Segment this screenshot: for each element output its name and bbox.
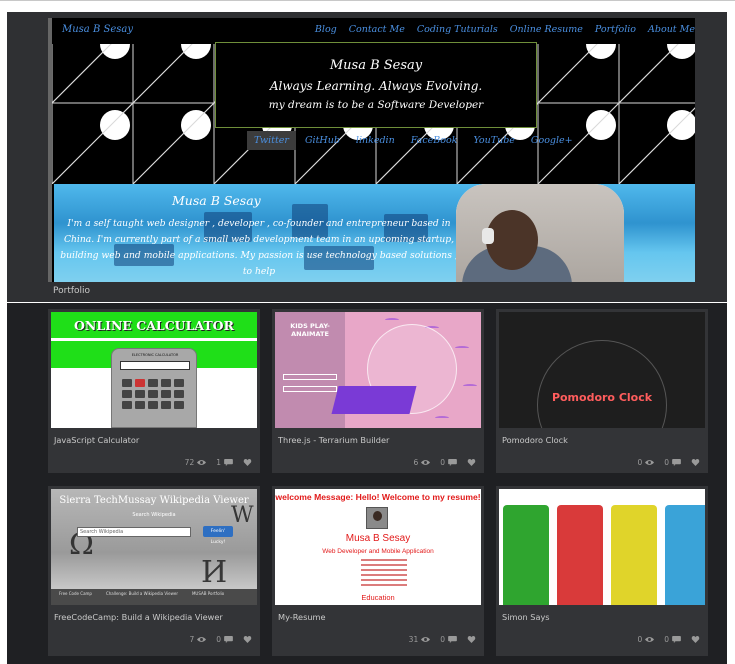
social-googleplus[interactable]: Google+: [524, 131, 580, 150]
top-navbar: Musa B Sesay Blog Contact Me Coding Tutu…: [52, 18, 695, 44]
nav-contact[interactable]: Contact Me: [349, 24, 405, 35]
project-title[interactable]: Three.js - Terrarium Builder: [278, 435, 389, 445]
simon-red-bar: [557, 505, 603, 605]
project-thumbnail[interactable]: [499, 489, 705, 605]
portfolio-caption: Portfolio: [53, 286, 91, 296]
project-title[interactable]: Simon Says: [502, 612, 550, 622]
comment-count: 0: [440, 458, 445, 467]
thumbnail-heading: ONLINE CALCULATOR: [74, 318, 234, 333]
project-card-calculator[interactable]: ONLINE CALCULATOR ELECTRONIC CALCULATOR …: [48, 309, 260, 473]
brand-link[interactable]: Musa B Sesay: [62, 24, 133, 35]
project-stats: 31 0: [409, 635, 476, 644]
project-thumbnail[interactable]: KIDS PLAY-ANAIMATE: [275, 312, 481, 428]
social-twitter[interactable]: Twitter: [247, 131, 296, 150]
eye-icon: [645, 460, 655, 465]
nav-resume[interactable]: Online Resume: [510, 24, 583, 35]
heart-icon[interactable]: [691, 636, 700, 643]
comment-count: 0: [216, 635, 221, 644]
comment-count: 1: [216, 458, 221, 467]
project-thumbnail[interactable]: Ω И W Sierra TechMussay Wikipedia Viewer…: [51, 489, 257, 605]
hero-dream: my dream is to be a Software Developer: [268, 99, 484, 111]
project-stats: 6 0: [413, 458, 476, 467]
eye-icon: [197, 460, 207, 465]
hero-tagline: Always Learning. Always Evolving.: [269, 79, 483, 93]
project-title[interactable]: JavaScript Calculator: [54, 435, 139, 445]
thumbnail-heading: KIDS PLAY-ANAIMATE: [290, 322, 330, 338]
heart-icon[interactable]: [691, 459, 700, 466]
project-stats: 0 0: [637, 458, 700, 467]
about-text: I'm a self taught web designer , develop…: [60, 218, 458, 277]
about-section: Musa B Sesay I'm a self taught web desig…: [54, 184, 695, 282]
nav-about[interactable]: About Me: [648, 24, 695, 35]
project-stats: 0 0: [637, 635, 700, 644]
hero-box: Musa B Sesay Always Learning. Always Evo…: [215, 42, 537, 128]
social-youtube[interactable]: YouTube: [466, 131, 521, 150]
project-stats: 7 0: [189, 635, 252, 644]
simon-green-bar: [503, 505, 549, 605]
window-top-rule: [0, 0, 735, 6]
project-thumbnail[interactable]: ONLINE CALCULATOR ELECTRONIC CALCULATOR: [51, 312, 257, 428]
social-github[interactable]: GitHub: [298, 131, 347, 150]
view-count: 7: [189, 635, 195, 644]
eye-icon: [645, 637, 655, 642]
project-grid: ONLINE CALCULATOR ELECTRONIC CALCULATOR …: [7, 303, 727, 664]
hero-name: Musa B Sesay: [329, 58, 423, 73]
social-facebook[interactable]: FaceBook: [404, 131, 465, 150]
view-count: 0: [637, 458, 643, 467]
project-title[interactable]: Pomodoro Clock: [502, 435, 568, 445]
thumbnail-heading: Pomodoro Clock: [551, 391, 653, 404]
eye-icon: [421, 637, 431, 642]
social-linkedin[interactable]: linkedin: [349, 131, 402, 150]
nav-tutorials[interactable]: Coding Tuturials: [417, 24, 498, 35]
comment-icon: [672, 459, 681, 466]
thumbnail-heading: welcome Message: Hello! Welcome to my re…: [275, 492, 481, 502]
comment-count: 0: [440, 635, 445, 644]
comment-icon: [224, 636, 233, 643]
thumbnail-heading: Sierra TechMussay Wikipedia Viewer: [59, 495, 249, 506]
view-count: 0: [637, 635, 643, 644]
project-thumbnail[interactable]: welcome Message: Hello! Welcome to my re…: [275, 489, 481, 605]
profile-photo: [456, 184, 624, 282]
heart-icon[interactable]: [467, 636, 476, 643]
simon-blue-bar: [665, 505, 705, 605]
comment-count: 0: [664, 458, 669, 467]
heart-icon[interactable]: [243, 459, 252, 466]
comment-icon: [224, 459, 233, 466]
project-card-wikipedia[interactable]: Ω И W Sierra TechMussay Wikipedia Viewer…: [48, 486, 260, 656]
project-title[interactable]: My-Resume: [278, 612, 326, 622]
resume-photo: [366, 507, 388, 529]
view-count: 31: [408, 635, 419, 644]
calculator-graphic: ELECTRONIC CALCULATOR: [111, 348, 197, 428]
project-card-terrarium[interactable]: KIDS PLAY-ANAIMATE Three.js - Terrarium …: [272, 309, 484, 473]
comment-count: 0: [664, 635, 669, 644]
nav-portfolio[interactable]: Portfolio: [595, 24, 636, 35]
project-card-simon[interactable]: Simon Says 0 0: [496, 486, 708, 656]
simon-yellow-bar: [611, 505, 657, 605]
project-thumbnail[interactable]: Pomodoro Clock: [499, 312, 705, 428]
heart-icon[interactable]: [243, 636, 252, 643]
comment-icon: [448, 636, 457, 643]
comment-icon: [448, 459, 457, 466]
view-count: 72: [184, 458, 195, 467]
social-links: Twitter GitHub linkedin FaceBook YouTube…: [247, 131, 580, 150]
website-preview-panel: Musa B Sesay Blog Contact Me Coding Tutu…: [7, 12, 727, 302]
project-card-resume[interactable]: welcome Message: Hello! Welcome to my re…: [272, 486, 484, 656]
heart-icon[interactable]: [467, 459, 476, 466]
eye-icon: [197, 637, 207, 642]
about-name: Musa B Sesay: [172, 193, 261, 208]
nav-blog[interactable]: Blog: [315, 24, 337, 35]
website-header: Musa B Sesay Blog Contact Me Coding Tutu…: [48, 18, 695, 282]
project-card-pomodoro[interactable]: Pomodoro Clock Pomodoro Clock 0 0: [496, 309, 708, 473]
comment-icon: [672, 636, 681, 643]
lucky-button: Feelin' Lucky!: [203, 526, 233, 545]
nav-links: Blog Contact Me Coding Tuturials Online …: [315, 24, 695, 35]
view-count: 6: [413, 458, 419, 467]
project-title[interactable]: FreeCodeCamp: Build a Wikipedia Viewer: [54, 612, 223, 622]
search-input: Search Wikipedia: [77, 527, 191, 537]
project-stats: 72 1: [185, 458, 252, 467]
eye-icon: [421, 460, 431, 465]
